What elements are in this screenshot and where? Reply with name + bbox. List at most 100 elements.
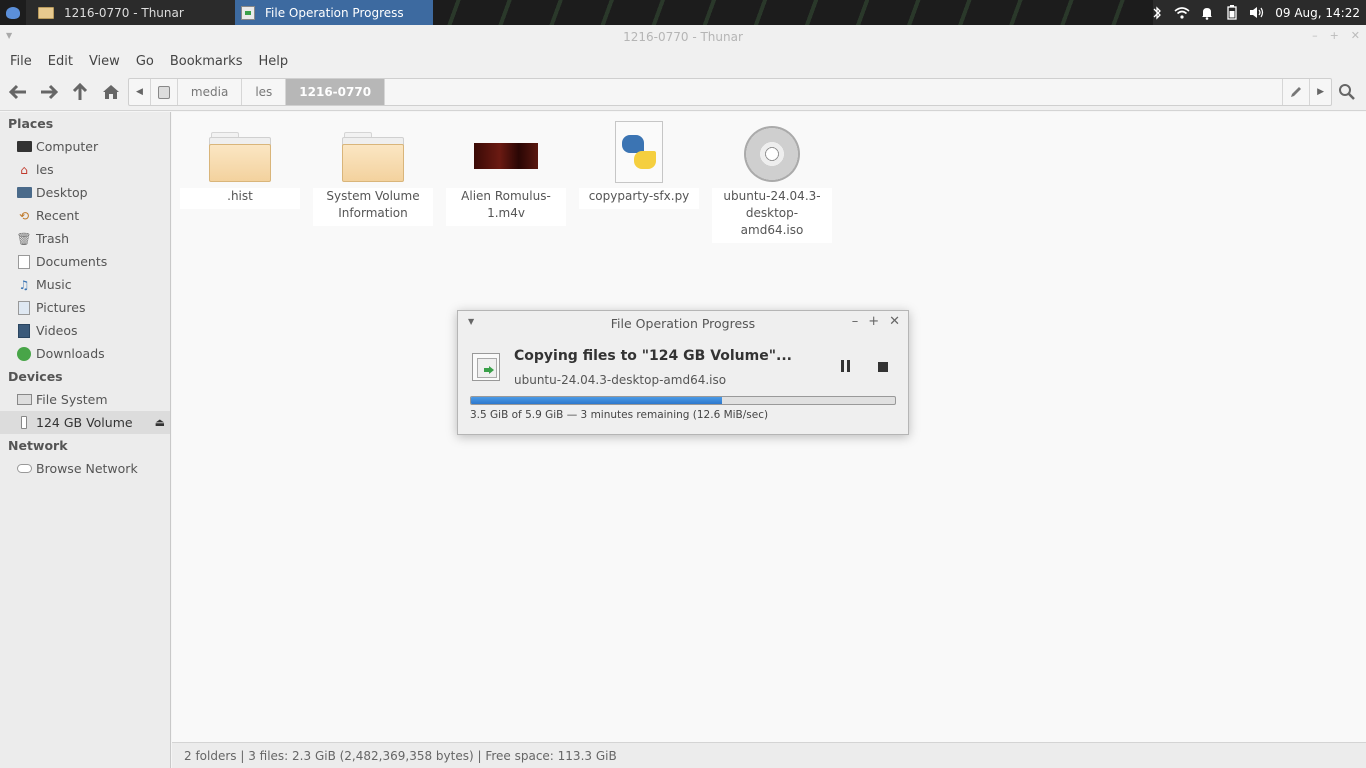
recent-icon: ⟲ bbox=[18, 208, 30, 223]
arrow-left-icon bbox=[9, 84, 26, 100]
panel-background bbox=[433, 0, 1153, 25]
sidebar-item-filesystem[interactable]: File System bbox=[0, 388, 170, 411]
sidebar-item-pictures[interactable]: Pictures bbox=[0, 296, 170, 319]
menu-bar: File Edit View Go Bookmarks Help bbox=[0, 49, 1366, 73]
path-segment-current[interactable]: 1216-0770 bbox=[286, 79, 386, 105]
taskbar-item-label: File Operation Progress bbox=[265, 5, 404, 20]
arrow-up-icon bbox=[72, 83, 88, 100]
path-scroll-right-button[interactable]: ▶ bbox=[1310, 79, 1331, 105]
menu-file[interactable]: File bbox=[2, 54, 40, 69]
menu-help[interactable]: Help bbox=[250, 54, 296, 69]
dialog-close-button[interactable]: ✕ bbox=[889, 314, 900, 329]
window-menu-icon[interactable]: ▼ bbox=[6, 31, 12, 40]
pictures-icon bbox=[16, 300, 32, 315]
notification-bell-icon[interactable] bbox=[1194, 0, 1219, 25]
arrow-right-icon bbox=[41, 84, 58, 100]
sidebar-item-home[interactable]: ⌂ les bbox=[0, 158, 170, 181]
music-icon: ♫ bbox=[18, 277, 30, 292]
whisker-menu-button[interactable] bbox=[0, 0, 26, 25]
harddisk-icon bbox=[16, 393, 32, 407]
file-name: copyparty-sfx.py bbox=[588, 189, 690, 203]
path-segment-media[interactable]: media bbox=[178, 79, 243, 105]
sidebar-item-videos[interactable]: Videos bbox=[0, 319, 170, 342]
sidebar-item-label: Pictures bbox=[36, 300, 86, 315]
sidebar-item-label: File System bbox=[36, 392, 108, 407]
file-item-hist[interactable]: .hist bbox=[178, 116, 302, 222]
pencil-icon bbox=[1291, 87, 1302, 97]
sidebar-item-label: Documents bbox=[36, 254, 108, 269]
file-item-system-volume-information[interactable]: System Volume Information bbox=[311, 116, 435, 226]
toolbar: ◀ media les 1216-0770 ▶ bbox=[0, 73, 1366, 111]
sidebar-item-recent[interactable]: ⟲ Recent bbox=[0, 204, 170, 227]
file-name: .hist bbox=[227, 189, 253, 203]
folder-icon bbox=[342, 132, 404, 182]
sidebar-item-documents[interactable]: Documents bbox=[0, 250, 170, 273]
taskbar-item-thunar[interactable]: 1216-0770 - Thunar bbox=[28, 0, 233, 25]
close-button[interactable]: ✕ bbox=[1351, 29, 1360, 42]
status-bar: 2 folders | 3 files: 2.3 GiB (2,482,369,… bbox=[172, 742, 1366, 768]
home-icon bbox=[103, 85, 119, 99]
dialog-menu-icon[interactable]: ▼ bbox=[468, 317, 474, 326]
parent-folder-button[interactable] bbox=[70, 82, 90, 102]
sidebar-item-124gb-volume[interactable]: 124 GB Volume ⏏ bbox=[0, 411, 170, 434]
window-titlebar[interactable]: ▼ 1216-0770 - Thunar – + ✕ bbox=[0, 25, 1366, 49]
menu-edit[interactable]: Edit bbox=[40, 54, 81, 69]
battery-icon[interactable] bbox=[1219, 0, 1244, 25]
disc-image-icon bbox=[744, 126, 800, 182]
maximize-button[interactable]: + bbox=[1330, 29, 1339, 42]
edit-location-button[interactable] bbox=[1282, 79, 1311, 105]
home-button[interactable] bbox=[101, 82, 121, 102]
eject-icon[interactable]: ⏏ bbox=[155, 416, 165, 429]
file-item-copyparty[interactable]: copyparty-sfx.py bbox=[577, 116, 701, 222]
drive-icon bbox=[157, 85, 170, 99]
python-file-icon bbox=[615, 121, 663, 183]
trash-icon: 🗑 bbox=[16, 231, 32, 246]
path-root-button[interactable] bbox=[151, 79, 178, 105]
minimize-button[interactable]: – bbox=[1312, 29, 1318, 42]
dialog-minimize-button[interactable]: – bbox=[852, 314, 859, 329]
dialog-status: 3.5 GiB of 5.9 GiB — 3 minutes remaining… bbox=[470, 409, 769, 421]
sidebar-item-downloads[interactable]: Downloads bbox=[0, 342, 170, 365]
documents-icon bbox=[16, 254, 32, 269]
sidebar-item-computer[interactable]: Computer bbox=[0, 135, 170, 158]
file-name: Alien Romulus-1.m4v bbox=[461, 189, 551, 220]
sidebar-item-label: Downloads bbox=[36, 346, 105, 361]
back-button[interactable] bbox=[8, 82, 28, 102]
sidebar-item-label: 124 GB Volume bbox=[36, 415, 133, 430]
sidebar-item-label: Recent bbox=[36, 208, 80, 223]
dialog-filename: ubuntu-24.04.3-desktop-amd64.iso bbox=[514, 373, 727, 387]
stop-button[interactable] bbox=[878, 362, 888, 372]
menu-view[interactable]: View bbox=[81, 54, 128, 69]
search-button[interactable] bbox=[1337, 82, 1357, 102]
wifi-icon[interactable] bbox=[1169, 0, 1194, 25]
sidebar-item-label: Desktop bbox=[36, 185, 88, 200]
volume-icon[interactable] bbox=[1244, 0, 1269, 25]
computer-icon bbox=[16, 140, 32, 154]
menu-go[interactable]: Go bbox=[128, 54, 162, 69]
copy-file-icon bbox=[472, 353, 500, 381]
dialog-maximize-button[interactable]: + bbox=[868, 314, 879, 329]
system-tray: 09 Aug, 14:22 bbox=[1144, 0, 1366, 25]
file-name: System Volume Information bbox=[326, 189, 420, 220]
sidebar-item-music[interactable]: ♫ Music bbox=[0, 273, 170, 296]
bluetooth-icon[interactable] bbox=[1144, 0, 1169, 25]
clock[interactable]: 09 Aug, 14:22 bbox=[1269, 6, 1366, 20]
network-icon bbox=[16, 462, 32, 476]
sidebar-item-trash[interactable]: 🗑 Trash bbox=[0, 227, 170, 250]
pause-button[interactable] bbox=[838, 360, 852, 374]
sidebar: Places Computer ⌂ les Desktop ⟲ Recent 🗑 Tr… bbox=[0, 112, 171, 768]
dialog-titlebar[interactable]: ▼ File Operation Progress – + ✕ bbox=[458, 311, 908, 335]
file-item-ubuntu-iso[interactable]: ubuntu-24.04.3-desktop-amd64.iso bbox=[710, 116, 834, 243]
file-operation-progress-dialog: ▼ File Operation Progress – + ✕ Copying … bbox=[457, 310, 909, 435]
menu-bookmarks[interactable]: Bookmarks bbox=[162, 54, 251, 69]
sidebar-item-desktop[interactable]: Desktop bbox=[0, 181, 170, 204]
videos-icon bbox=[16, 323, 32, 338]
path-bar: ◀ media les 1216-0770 ▶ bbox=[128, 78, 1332, 106]
sidebar-item-browse-network[interactable]: Browse Network bbox=[0, 457, 170, 480]
path-scroll-left-button[interactable]: ◀ bbox=[129, 79, 151, 105]
file-item-alien-romulus[interactable]: Alien Romulus-1.m4v bbox=[444, 116, 568, 226]
forward-button[interactable] bbox=[39, 82, 59, 102]
path-segment-les[interactable]: les bbox=[242, 79, 287, 105]
taskbar-item-file-progress[interactable]: File Operation Progress bbox=[235, 0, 433, 25]
sidebar-item-label: Videos bbox=[36, 323, 78, 338]
